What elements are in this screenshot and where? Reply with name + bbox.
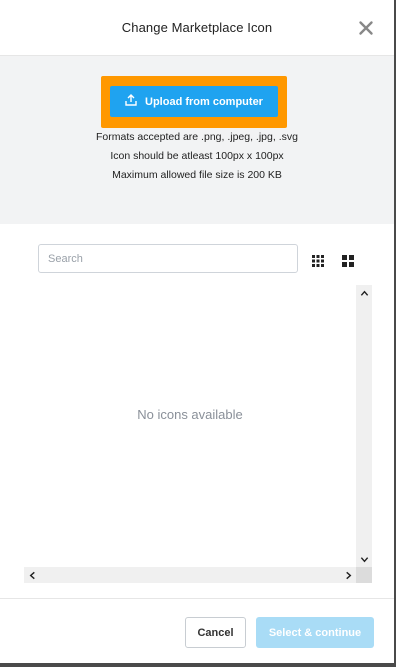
close-icon[interactable] [358, 20, 374, 36]
dialog-title: Change Marketplace Icon [121, 20, 273, 35]
vertical-scrollbar[interactable] [356, 285, 372, 567]
chevron-right-icon[interactable] [340, 567, 356, 583]
grid-small-icon[interactable] [312, 254, 324, 267]
dialog-footer: Cancel Select & continue [0, 598, 394, 663]
search-input[interactable] [38, 244, 298, 273]
formats-info: Formats accepted are .png, .jpeg, .jpg, … [96, 131, 298, 143]
dialog-header: Change Marketplace Icon [0, 0, 394, 56]
horizontal-scrollbar[interactable] [24, 567, 356, 583]
scrollbar-corner [356, 567, 372, 583]
select-continue-button[interactable]: Select & continue [256, 617, 374, 648]
upload-button[interactable]: Upload from computer [110, 86, 278, 117]
icon-list[interactable]: No icons available [24, 285, 372, 583]
chevron-down-icon[interactable] [356, 551, 372, 567]
chevron-left-icon[interactable] [24, 567, 40, 583]
upload-panel: Upload from computer Formats accepted ar… [0, 56, 394, 224]
upload-icon [125, 94, 137, 109]
file-size-info: Maximum allowed file size is 200 KB [112, 169, 282, 181]
change-icon-dialog: Change Marketplace Icon Upload from comp… [0, 0, 394, 663]
upload-button-label: Upload from computer [145, 95, 263, 108]
grid-large-icon[interactable] [342, 254, 354, 267]
cancel-button[interactable]: Cancel [185, 617, 246, 648]
empty-message: No icons available [137, 407, 243, 422]
chevron-up-icon[interactable] [356, 285, 372, 301]
size-requirement-info: Icon should be atleast 100px x 100px [110, 150, 284, 162]
